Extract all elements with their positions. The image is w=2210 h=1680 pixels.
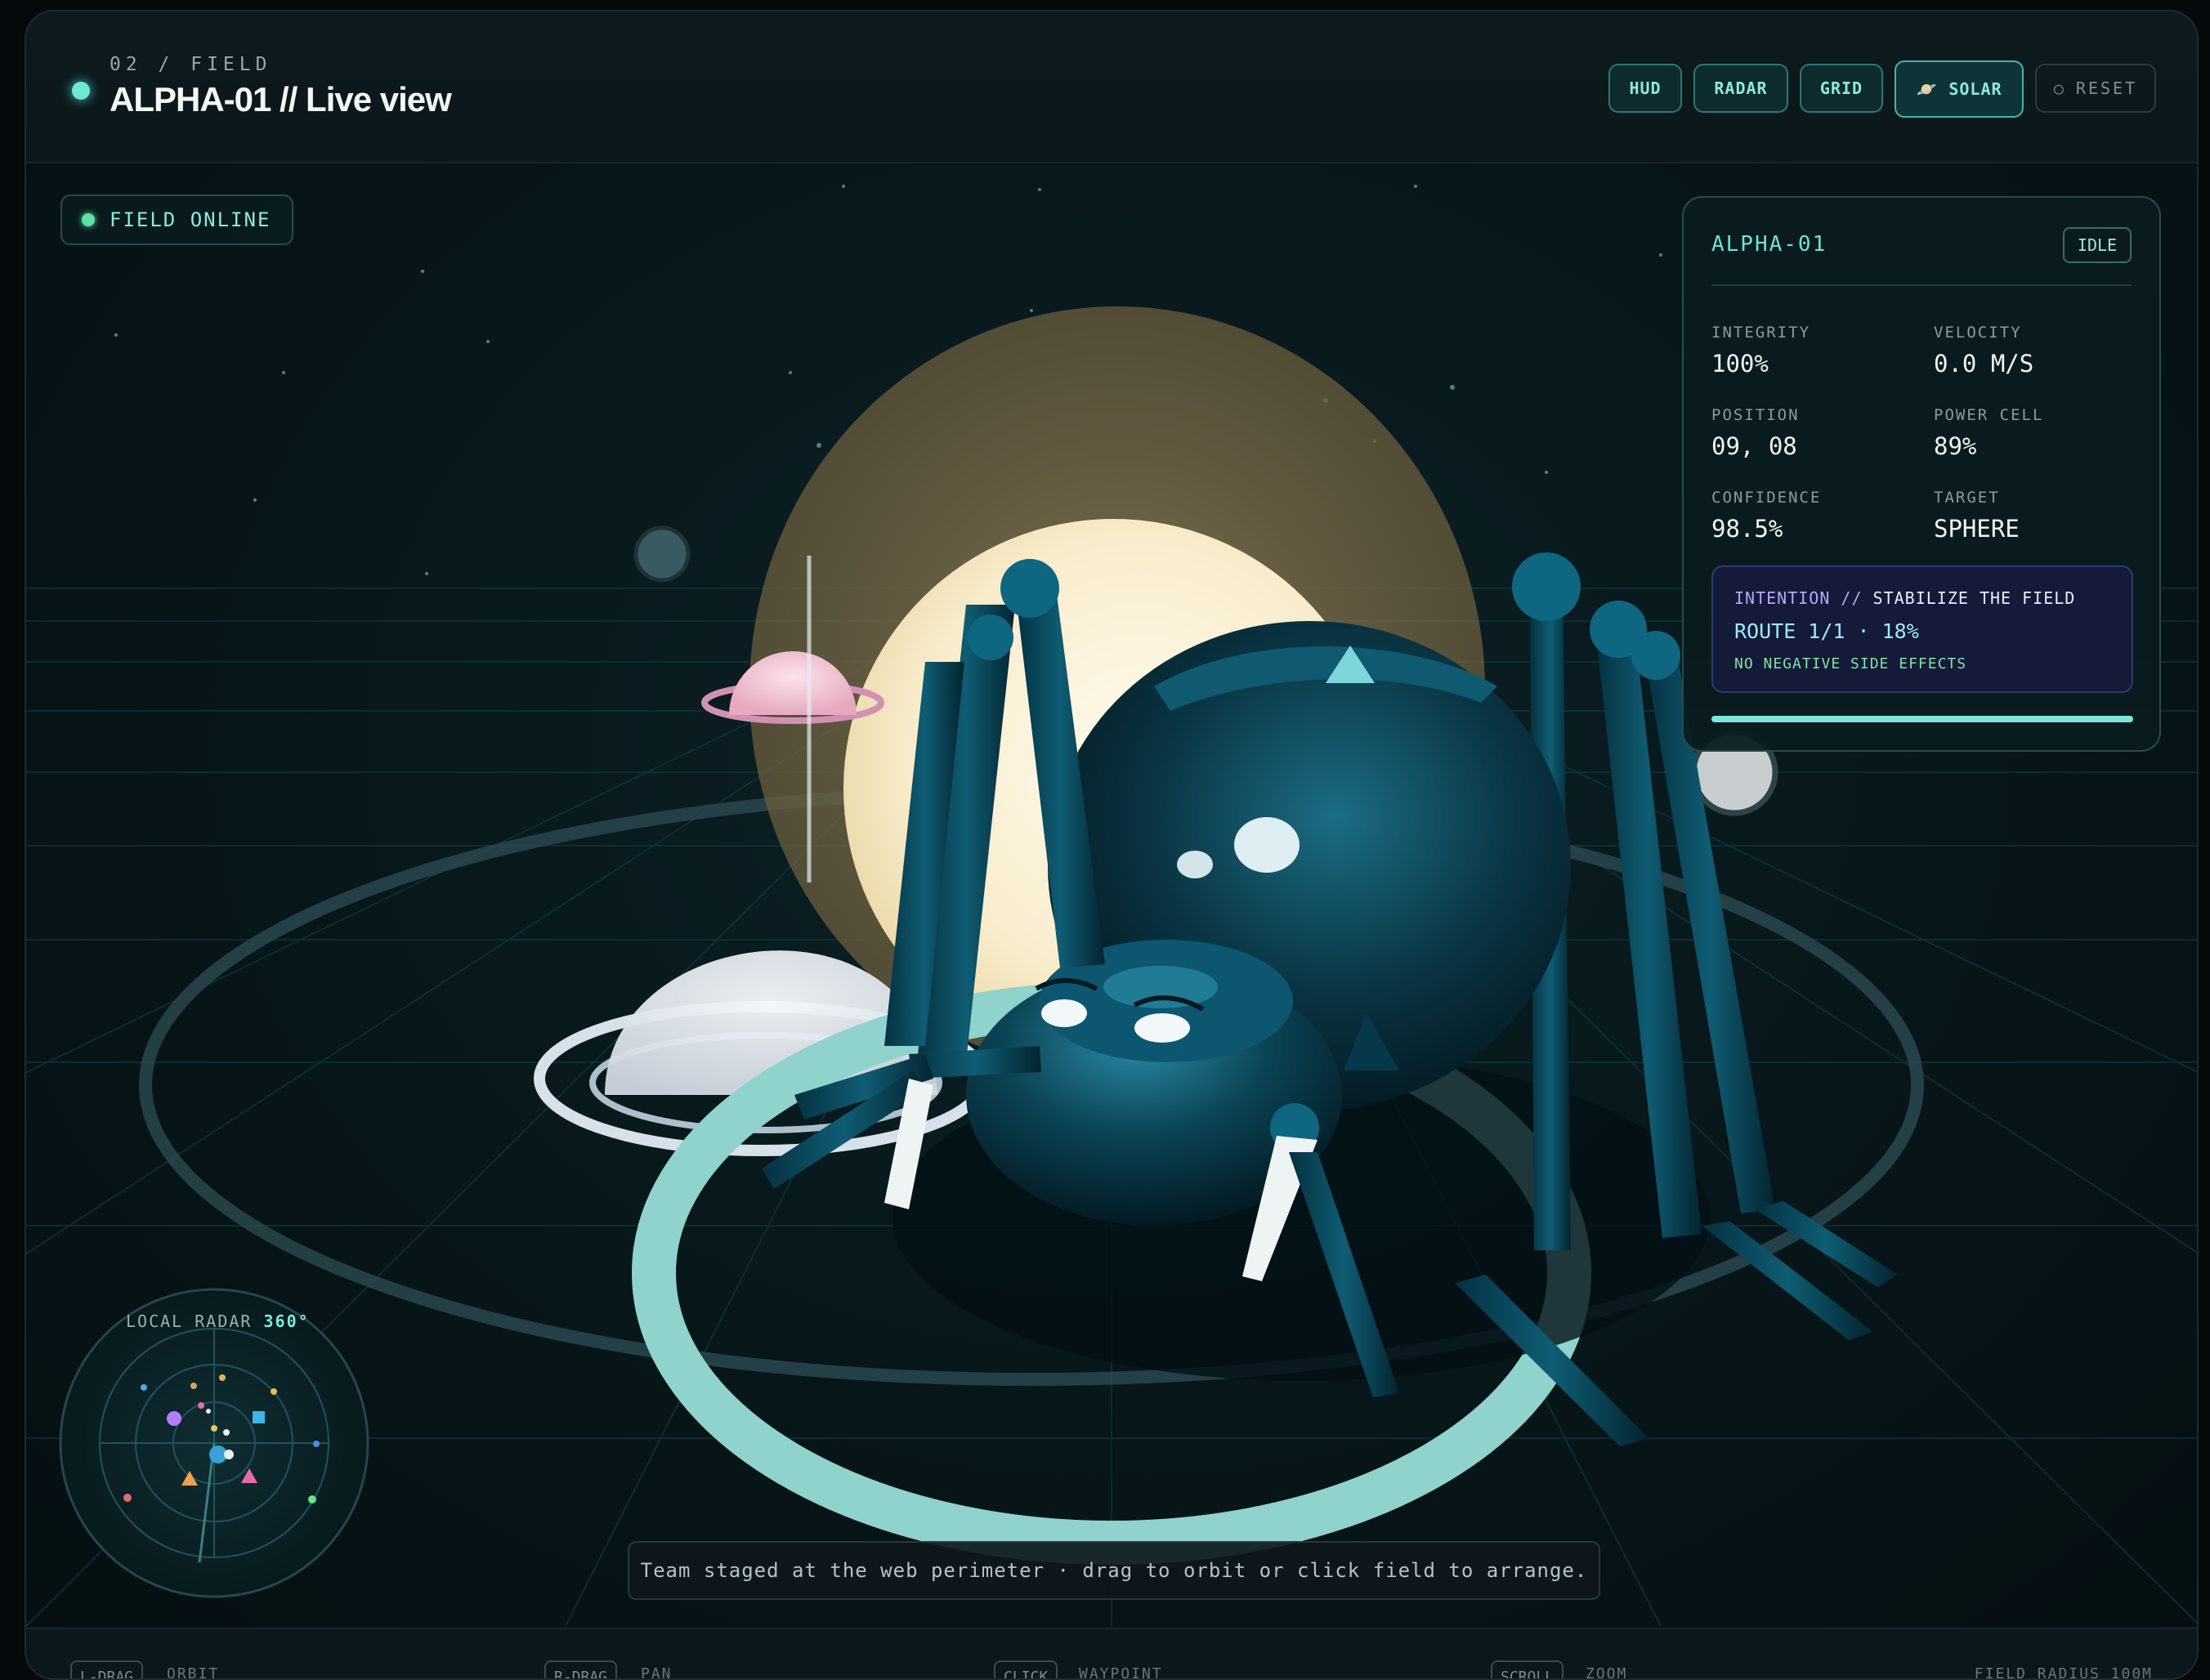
progress-bar [1711,716,2133,722]
key-action: ZOOM [1586,1665,1628,1680]
page-title: ALPHA-01 // Live view [110,80,452,118]
key-action: WAYPOINT [1079,1665,1163,1680]
stat-label: INTEGRITY [1711,324,1810,342]
stat-label: POWER CELL [1934,406,2044,424]
local-radar[interactable] [59,1288,369,1598]
side-effects-note: NO NEGATIVE SIDE EFFECTS [1734,655,1967,672]
key-action: ORBIT [167,1665,220,1680]
radar-label-text: LOCAL RADAR [126,1311,253,1331]
key-chip: CLICK [994,1660,1058,1678]
solar-toggle[interactable]: 🪐 SOLAR [1895,60,2024,118]
key-action: PAN [641,1665,673,1680]
controls-footer: L-DRAG ORBIT R-DRAG PAN CLICK WAYPOINT S… [26,1628,2197,1680]
target-value: SPHERE [1934,515,2020,543]
radar-toggle[interactable]: RADAR [1693,64,1788,113]
intention-prefix: INTENTION // [1734,588,1863,608]
robot-name: ALPHA-01 [1711,232,1828,257]
field-online-badge: FIELD ONLINE [60,194,294,245]
integrity-value: 100% [1711,350,1769,378]
radar-blip [167,1411,181,1426]
robot-info-panel: ALPHA-01 IDLE INTEGRITY 100% VELOCITY 0.… [1682,196,2161,752]
app-window: 02 / FIELD ALPHA-01 // Live view HUD RAD… [25,10,2199,1680]
stat-label: POSITION [1711,406,1800,424]
radar-range: 360° [263,1311,310,1331]
key-chip: L-DRAG [70,1660,144,1678]
radar-toggle-label: RADAR [1714,78,1768,98]
velocity-value: 0.0 M/S [1934,350,2034,378]
intention-heading: INTENTION // STABILIZE THE FIELD [1734,588,2075,608]
intention-text: STABILIZE THE FIELD [1872,588,2076,608]
stat-label: VELOCITY [1934,324,2022,342]
panel-divider [1711,284,2132,286]
gray-planet [633,525,691,583]
radar-title: LOCAL RADAR 360° [126,1311,310,1331]
radar-blip [224,1450,234,1459]
robot-state-badge: IDLE [2063,227,2132,263]
solar-toggle-label: SOLAR [1948,79,2002,99]
radar-blip [253,1411,265,1423]
field-online-label: FIELD ONLINE [110,208,271,231]
hud-toggle-label: HUD [1629,78,1662,98]
progress-fill [1711,716,2133,722]
field-viewport[interactable]: FIELD ONLINE ALPHA-01 IDLE INTEGRITY 100… [26,163,2197,1626]
power-cell-value: 89% [1934,432,1977,460]
grid-toggle[interactable]: GRID [1800,64,1883,113]
key-chip: R-DRAG [544,1660,618,1678]
key-chip: SCROLL [1491,1660,1564,1678]
reset-button-label: RESET [2075,78,2138,98]
reset-button[interactable]: ○ RESET [2035,64,2156,113]
reset-icon: ○ [2053,78,2066,98]
header: 02 / FIELD ALPHA-01 // Live view HUD RAD… [26,11,2197,163]
confidence-value: 98.5% [1711,515,1783,543]
live-status-dot [72,82,90,100]
section-label: 02 / FIELD [110,54,272,75]
position-value: 09, 08 [1711,432,1797,460]
online-status-dot [82,213,95,226]
intention-card: INTENTION // STABILIZE THE FIELD ROUTE 1… [1711,565,2133,693]
planet-icon: 🪐 [1916,79,1938,99]
hint-bar: Team staged at the web perimeter · drag … [628,1541,1600,1600]
grid-toggle-label: GRID [1819,78,1863,98]
route-progress-text: ROUTE 1/1 · 18% [1734,619,1919,643]
stat-label: CONFIDENCE [1711,489,1822,507]
stat-label: TARGET [1934,489,2000,507]
field-radius-readout: FIELD RADIUS 100M [1974,1665,2153,1680]
hud-toggle[interactable]: HUD [1608,64,1682,113]
